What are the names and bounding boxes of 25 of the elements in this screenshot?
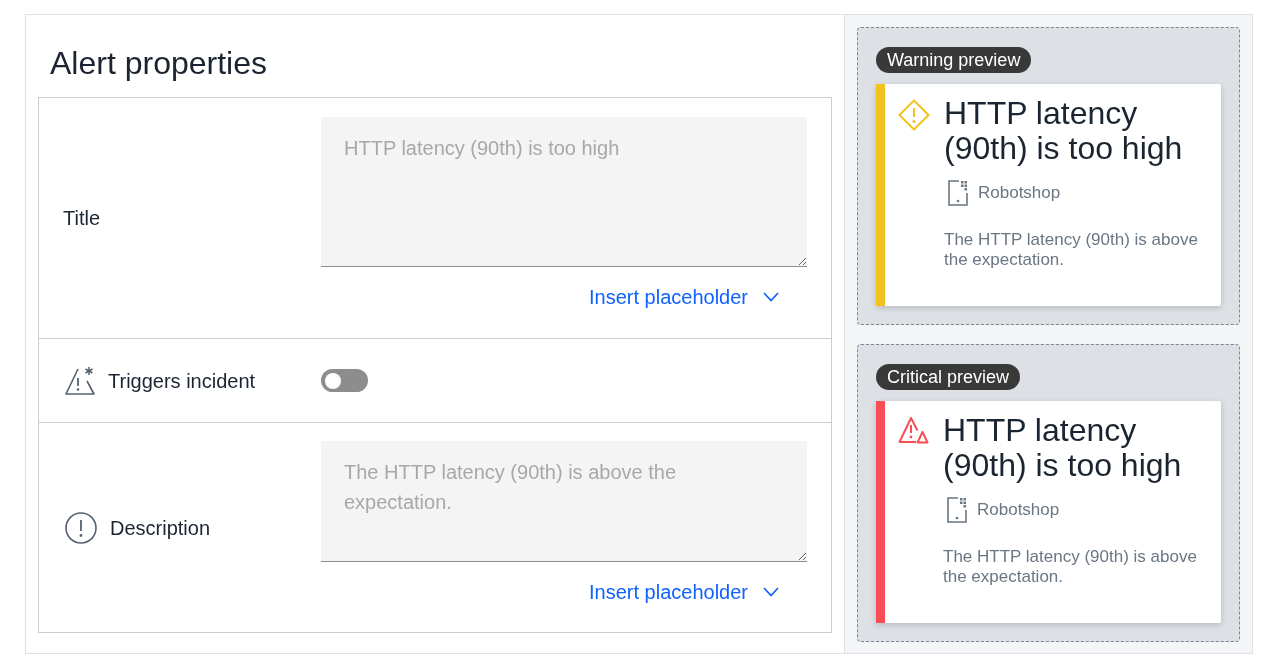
source-name: Robotshop — [978, 183, 1061, 203]
mobile-app-icon — [947, 497, 967, 523]
chevron-down-icon — [763, 587, 779, 597]
diamond-exclamation-icon — [898, 99, 930, 131]
field-label: Title — [63, 206, 101, 231]
mobile-app-icon — [948, 180, 968, 206]
alert-description: The HTTP latency (90th) is above the expectation. — [944, 230, 1199, 270]
alert-title: HTTP latency (90th) is too high — [943, 413, 1183, 483]
page-title: Alert properties — [50, 45, 267, 81]
insert-placeholder-dropdown[interactable]: Insert placeholder — [573, 273, 795, 321]
triangle-asterisk-icon — [65, 366, 95, 395]
alert-description: The HTTP latency (90th) is above the expectation. — [943, 547, 1198, 587]
exclamation-circle-icon — [65, 511, 97, 544]
double-triangle-warning-icon — [898, 416, 929, 444]
chevron-down-icon — [763, 292, 779, 302]
insert-placeholder-dropdown[interactable]: Insert placeholder — [573, 568, 795, 616]
toggle-switch[interactable] — [321, 369, 368, 392]
field-label: Description — [110, 515, 211, 541]
title-field[interactable]: HTTP latency (90th) is too high — [321, 117, 807, 267]
description-field[interactable]: The HTTP latency (90th) is above the expectation. — [321, 441, 807, 562]
preview-badge: Critical preview — [876, 364, 1021, 390]
source-name: Robotshop — [977, 500, 1060, 520]
preview-badge: Warning preview — [876, 47, 1032, 73]
alert-title: HTTP latency (90th) is too high — [944, 96, 1184, 166]
field-label: Triggers incident — [108, 368, 256, 394]
